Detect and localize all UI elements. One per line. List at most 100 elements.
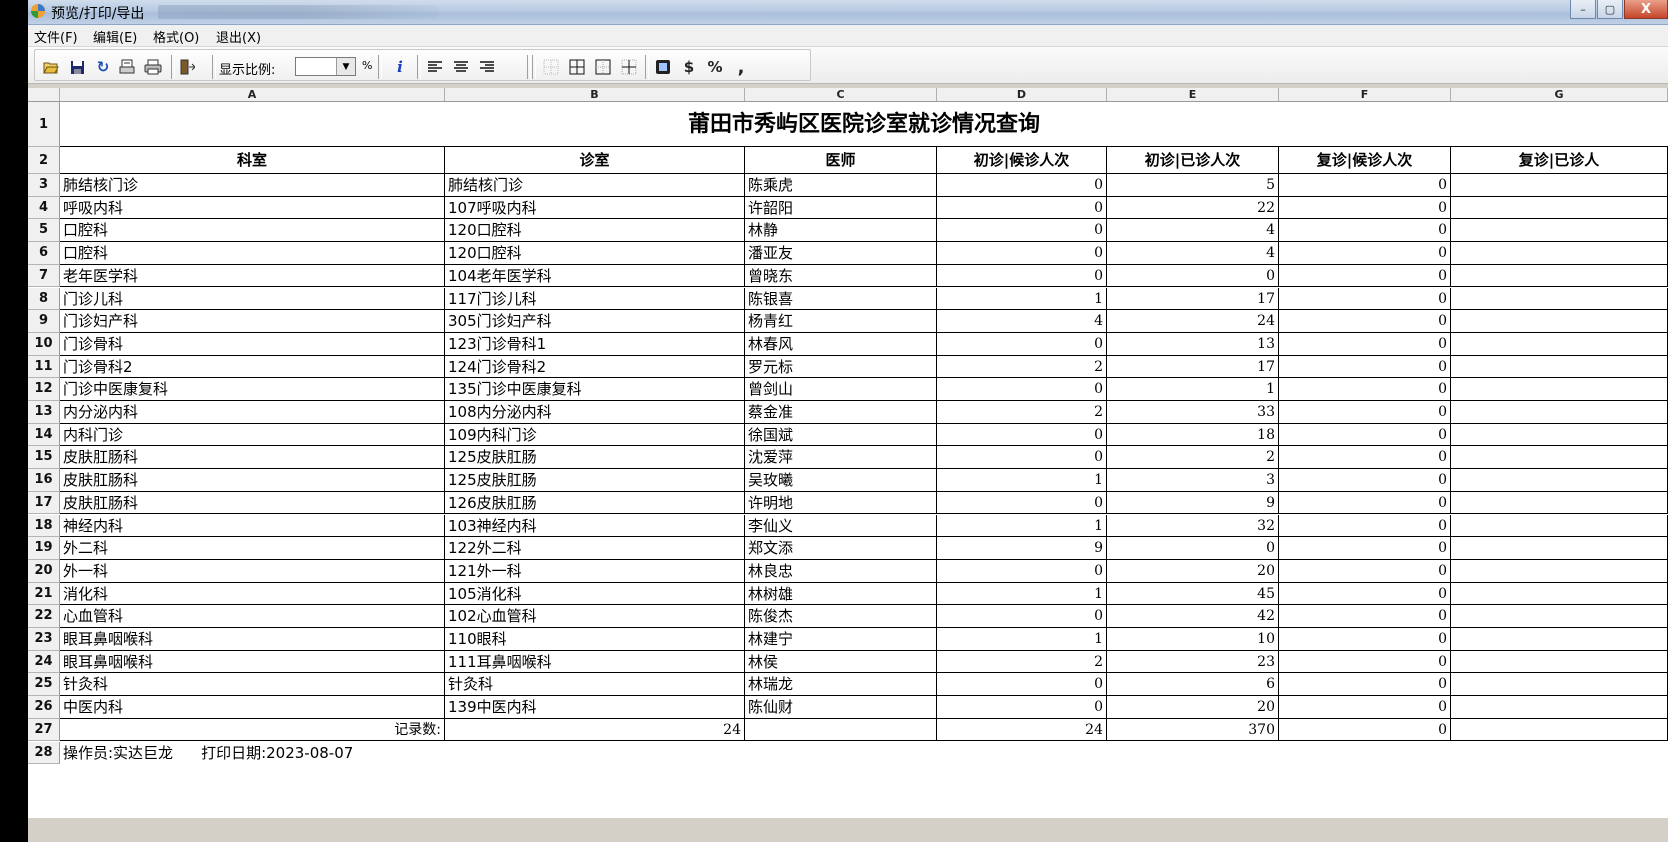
table-cell[interactable]: 20 <box>1107 559 1279 583</box>
table-cell[interactable] <box>1451 718 1668 742</box>
table-cell[interactable]: 0 <box>1279 559 1451 583</box>
table-cell[interactable]: 120口腔科 <box>445 242 745 265</box>
table-cell[interactable]: 0 <box>937 174 1107 197</box>
zoom-select[interactable]: ▼ <box>295 57 356 76</box>
table-cell[interactable]: 13 <box>1107 332 1279 356</box>
table-cell[interactable]: 老年医学科 <box>60 264 445 288</box>
row-header[interactable]: 20 <box>28 559 60 583</box>
table-cell[interactable]: 10 <box>1107 628 1279 651</box>
table-cell[interactable]: 0 <box>937 196 1107 220</box>
column-header-g[interactable]: G <box>1451 88 1668 101</box>
table-cell[interactable] <box>1451 559 1668 583</box>
open-folder-icon[interactable] <box>41 56 61 78</box>
table-cell[interactable] <box>1451 605 1668 628</box>
table-cell[interactable]: 林春风 <box>745 332 937 356</box>
table-cell[interactable] <box>1451 628 1668 651</box>
table-cell[interactable]: 神经内科 <box>60 514 445 538</box>
table-cell[interactable]: 皮肤肛肠科 <box>60 446 445 470</box>
row-header[interactable]: 24 <box>28 650 60 674</box>
table-cell[interactable]: 0 <box>1279 310 1451 333</box>
row-header[interactable]: 23 <box>28 628 60 651</box>
table-cell[interactable]: 呼吸内科 <box>60 196 445 220</box>
table-cell[interactable]: 陈俊杰 <box>745 605 937 628</box>
table-cell[interactable]: 107呼吸内科 <box>445 196 745 220</box>
row-header[interactable]: 19 <box>28 537 60 560</box>
table-cell[interactable]: 0 <box>937 423 1107 447</box>
align-left-icon[interactable] <box>425 56 445 78</box>
table-cell[interactable]: 122外二科 <box>445 537 745 560</box>
table-cell[interactable]: 罗元标 <box>745 355 937 379</box>
table-cell[interactable]: 外二科 <box>60 537 445 560</box>
column-header-e[interactable]: E <box>1107 88 1279 101</box>
row-header[interactable]: 3 <box>28 174 60 197</box>
table-cell[interactable]: 0 <box>1279 696 1451 719</box>
row-header[interactable]: 16 <box>28 469 60 492</box>
table-cell[interactable]: 1 <box>937 628 1107 651</box>
refresh-icon[interactable]: ↻ <box>93 56 113 78</box>
table-cell[interactable]: 郑文添 <box>745 537 937 560</box>
table-cell[interactable]: 0 <box>937 673 1107 697</box>
table-cell[interactable]: 口腔科 <box>60 219 445 243</box>
table-cell[interactable] <box>1451 242 1668 265</box>
table-cell[interactable]: 吴玫曦 <box>745 469 937 492</box>
table-cell[interactable]: 135门诊中医康复科 <box>445 378 745 401</box>
table-cell[interactable]: 20 <box>1107 696 1279 719</box>
table-cell[interactable]: 林侯 <box>745 650 937 674</box>
table-cell[interactable]: 消化科 <box>60 582 445 606</box>
table-cell[interactable]: 外一科 <box>60 559 445 583</box>
table-cell[interactable]: 32 <box>1107 514 1279 538</box>
table-cell[interactable]: 李仙义 <box>745 514 937 538</box>
table-cell[interactable]: 125皮肤肛肠 <box>445 469 745 492</box>
table-cell[interactable]: 125皮肤肛肠 <box>445 446 745 470</box>
row-header[interactable]: 26 <box>28 696 60 719</box>
table-cell[interactable]: 120口腔科 <box>445 219 745 243</box>
table-cell[interactable]: 0 <box>1279 628 1451 651</box>
table-cell[interactable]: 0 <box>1279 174 1451 197</box>
table-cell[interactable]: 2 <box>937 401 1107 424</box>
outer-border-icon[interactable] <box>593 56 613 78</box>
table-cell[interactable]: 林良忠 <box>745 559 937 583</box>
table-cell[interactable]: 陈乘虎 <box>745 174 937 197</box>
table-cell[interactable]: 0 <box>1279 401 1451 424</box>
table-cell[interactable]: 0 <box>1107 537 1279 560</box>
table-cell[interactable] <box>1451 491 1668 515</box>
row-header[interactable]: 21 <box>28 582 60 606</box>
align-center-icon[interactable] <box>451 56 471 78</box>
table-cell[interactable] <box>1451 423 1668 447</box>
table-cell[interactable] <box>1451 696 1668 719</box>
table-cell[interactable]: 0 <box>1279 287 1451 311</box>
table-cell[interactable]: 门诊骨科 <box>60 332 445 356</box>
table-cell[interactable]: 0 <box>937 332 1107 356</box>
printer-icon[interactable] <box>143 56 163 78</box>
table-cell[interactable]: 1 <box>937 582 1107 606</box>
row-header[interactable]: 5 <box>28 219 60 243</box>
table-cell[interactable]: 104老年医学科 <box>445 264 745 288</box>
table-cell[interactable]: 121外一科 <box>445 559 745 583</box>
thousands-separator-icon[interactable]: , <box>731 56 751 78</box>
table-cell[interactable]: 口腔科 <box>60 242 445 265</box>
menu-edit[interactable]: 编辑(E) <box>93 27 137 46</box>
table-cell[interactable]: 0 <box>1279 378 1451 401</box>
row-header[interactable]: 11 <box>28 355 60 379</box>
table-cell[interactable]: 门诊中医康复科 <box>60 378 445 401</box>
table-cell[interactable]: 0 <box>1279 264 1451 288</box>
maximize-button[interactable]: ▢ <box>1597 0 1623 19</box>
column-header-a[interactable]: A <box>60 88 445 101</box>
table-cell[interactable]: 0 <box>1279 332 1451 356</box>
table-cell[interactable]: 0 <box>1279 446 1451 470</box>
table-cell[interactable]: 0 <box>1279 537 1451 560</box>
table-cell[interactable]: 许明地 <box>745 491 937 515</box>
table-cell[interactable] <box>1451 355 1668 379</box>
table-cell[interactable]: 9 <box>1107 491 1279 515</box>
table-cell[interactable]: 42 <box>1107 605 1279 628</box>
table-cell[interactable] <box>1451 378 1668 401</box>
table-cell[interactable]: 110眼科 <box>445 628 745 651</box>
table-cell[interactable] <box>1451 514 1668 538</box>
minimize-button[interactable]: – <box>1570 0 1596 19</box>
row-header[interactable]: 22 <box>28 605 60 628</box>
exit-door-icon[interactable] <box>177 56 197 78</box>
table-cell[interactable]: 陈仙财 <box>745 696 937 719</box>
table-cell[interactable]: 123门诊骨科1 <box>445 332 745 356</box>
table-cell[interactable]: 许韶阳 <box>745 196 937 220</box>
table-cell[interactable]: 108内分泌内科 <box>445 401 745 424</box>
